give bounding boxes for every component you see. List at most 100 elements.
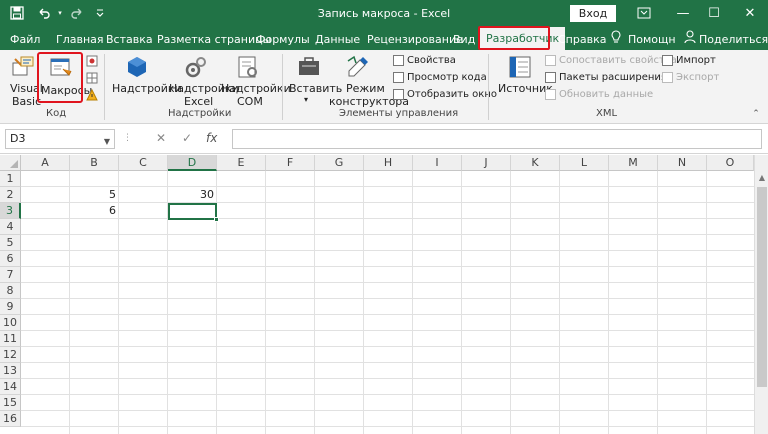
export-button[interactable]: Экспорт — [662, 72, 719, 83]
cancel-formula-icon[interactable]: ✕ — [156, 131, 166, 145]
controls-group-label: Элементы управления — [339, 108, 459, 119]
column-header-K[interactable]: K — [511, 155, 560, 171]
row-header-2[interactable]: 2 — [0, 187, 21, 203]
excel-addins-icon[interactable] — [183, 54, 209, 80]
macro-security-icon[interactable] — [86, 89, 98, 101]
formula-input[interactable] — [232, 129, 762, 149]
gridline-horizontal — [21, 234, 754, 235]
tab-file[interactable]: Файл — [10, 31, 40, 49]
code-group-label: Код — [46, 108, 67, 119]
column-header-D[interactable]: D — [168, 155, 217, 171]
export-icon — [662, 72, 673, 83]
scroll-thumb[interactable] — [757, 187, 767, 387]
fill-handle[interactable] — [214, 217, 219, 222]
collapse-ribbon-icon[interactable]: ⌃ — [750, 108, 762, 120]
column-header-L[interactable]: L — [560, 155, 609, 171]
insert-controls-label[interactable]: Вставить — [289, 82, 342, 95]
tab-page-layout[interactable]: Разметка страницы — [157, 31, 271, 49]
tab-help[interactable]: Справка — [558, 31, 606, 49]
refresh-data-icon — [545, 89, 556, 100]
excel-addins-label-2[interactable]: Excel — [184, 95, 213, 108]
chevron-down-icon[interactable]: ▾ — [304, 95, 308, 104]
macros-highlight — [37, 52, 83, 103]
gridline-horizontal — [21, 202, 754, 203]
column-header-O[interactable]: O — [707, 155, 754, 171]
cell-B3[interactable]: 6 — [70, 203, 119, 219]
scroll-up-icon[interactable]: ▲ — [755, 173, 768, 185]
tab-tell-me[interactable]: Помощн — [628, 31, 676, 49]
share-button[interactable]: Поделиться — [699, 31, 768, 49]
minimize-button[interactable]: — — [673, 3, 693, 23]
row-header-3[interactable]: 3 — [0, 203, 21, 219]
row-header-6[interactable]: 6 — [0, 251, 21, 267]
row-header-10[interactable]: 10 — [0, 315, 21, 331]
com-addins-label-1[interactable]: Надстройки — [221, 82, 291, 95]
column-header-E[interactable]: E — [217, 155, 266, 171]
run-dialog-icon — [393, 89, 404, 100]
row-header-12[interactable]: 12 — [0, 347, 21, 363]
tab-insert[interactable]: Вставка — [106, 31, 153, 49]
tab-home[interactable]: Главная — [56, 31, 104, 49]
tab-data[interactable]: Данные — [315, 31, 360, 49]
row-header-5[interactable]: 5 — [0, 235, 21, 251]
com-addins-label-2[interactable]: COM — [237, 95, 263, 108]
view-code-button[interactable]: Просмотр кода — [393, 72, 487, 83]
row-header-9[interactable]: 9 — [0, 299, 21, 315]
cell-B2[interactable]: 5 — [70, 187, 119, 203]
design-mode-icon[interactable] — [345, 54, 371, 80]
expansion-packs-button[interactable]: Пакеты расширения — [545, 72, 667, 83]
design-mode-label-1[interactable]: Режим — [346, 82, 385, 95]
tab-formulas[interactable]: Формулы — [256, 31, 310, 49]
row-header-15[interactable]: 15 — [0, 395, 21, 411]
column-header-I[interactable]: I — [413, 155, 462, 171]
xml-source-icon[interactable] — [507, 54, 533, 80]
enter-formula-icon[interactable]: ✓ — [182, 131, 192, 145]
record-macro-icon[interactable] — [86, 55, 98, 67]
maximize-button[interactable]: ☐ — [704, 3, 724, 23]
tab-view[interactable]: Вид — [453, 31, 475, 49]
row-header-16[interactable]: 16 — [0, 411, 21, 427]
sign-in-button[interactable]: Вход — [570, 5, 616, 22]
row-header-7[interactable]: 7 — [0, 267, 21, 283]
name-box-dropdown-icon[interactable]: ▼ — [104, 133, 110, 151]
map-properties-button[interactable]: Сопоставить свойства — [545, 55, 677, 66]
ribbon-display-options-icon[interactable] — [634, 3, 654, 23]
cell-D2[interactable]: 30 — [168, 187, 217, 203]
row-header-11[interactable]: 11 — [0, 331, 21, 347]
insert-controls-icon[interactable] — [296, 54, 322, 80]
run-dialog-button[interactable]: Отобразить окно — [393, 89, 497, 100]
relative-references-icon[interactable] — [86, 72, 98, 84]
row-header-4[interactable]: 4 — [0, 219, 21, 235]
close-button[interactable]: ✕ — [740, 3, 760, 23]
column-header-F[interactable]: F — [266, 155, 315, 171]
column-header-J[interactable]: J — [462, 155, 511, 171]
row-header-8[interactable]: 8 — [0, 283, 21, 299]
row-header-14[interactable]: 14 — [0, 379, 21, 395]
insert-function-icon[interactable]: fx — [206, 131, 217, 145]
column-header-A[interactable]: A — [21, 155, 70, 171]
addins-icon[interactable] — [124, 54, 150, 80]
active-cell-D3[interactable] — [168, 203, 217, 220]
properties-button[interactable]: Свойства — [393, 55, 456, 66]
tab-review[interactable]: Рецензирование — [367, 31, 463, 49]
lightbulb-icon — [610, 30, 622, 48]
vertical-scrollbar[interactable]: ▲ — [754, 155, 768, 434]
column-header-B[interactable]: B — [70, 155, 119, 171]
import-button[interactable]: Импорт — [662, 55, 716, 66]
gridline-horizontal — [21, 218, 754, 219]
row-header-1[interactable]: 1 — [0, 171, 21, 187]
com-addins-icon[interactable] — [235, 54, 261, 80]
visual-basic-icon[interactable] — [10, 54, 36, 80]
refresh-data-button[interactable]: Обновить данные — [545, 89, 653, 100]
column-header-M[interactable]: M — [609, 155, 658, 171]
column-header-H[interactable]: H — [364, 155, 413, 171]
column-header-G[interactable]: G — [315, 155, 364, 171]
row-header-13[interactable]: 13 — [0, 363, 21, 379]
gridline-horizontal — [21, 266, 754, 267]
gridline-horizontal — [21, 330, 754, 331]
name-box[interactable]: D3 ▼ — [5, 129, 115, 149]
column-header-N[interactable]: N — [658, 155, 707, 171]
column-header-C[interactable]: C — [119, 155, 168, 171]
properties-icon — [393, 55, 404, 66]
select-all-button[interactable] — [0, 155, 21, 171]
